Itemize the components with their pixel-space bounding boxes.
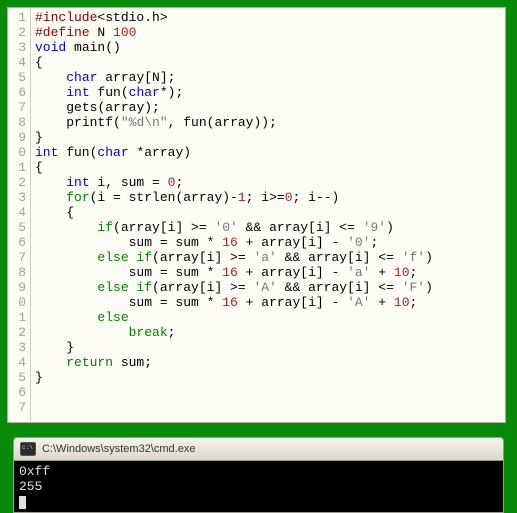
- code-line: }: [35, 130, 501, 145]
- code-editor: 1 2 3 4 5 6 7 8 9 0 1 2 3 4 5 6 7 8 9 0 …: [7, 7, 506, 423]
- code-line: }: [35, 340, 501, 355]
- console-titlebar[interactable]: C:\Windows\system32\cmd.exe: [13, 437, 504, 460]
- line-number: 0: [10, 145, 26, 160]
- code-line: int fun(char *array): [35, 145, 501, 160]
- line-number: 8: [10, 265, 26, 280]
- code-line: {: [35, 55, 501, 70]
- line-number: 9: [10, 280, 26, 295]
- line-number: 1: [10, 160, 26, 175]
- code-line: for(i = strlen(array)-1; i>=0; i--): [35, 190, 501, 205]
- code-line: char array[N];: [35, 70, 501, 85]
- code-line: int i, sum = 0;: [35, 175, 501, 190]
- code-line: return sum;: [35, 355, 501, 370]
- code-area[interactable]: #include<stdio.h>#define N 100void main(…: [31, 8, 505, 422]
- line-number: 6: [10, 385, 26, 400]
- code-line: printf("%d\n", fun(array));: [35, 115, 501, 130]
- line-number: 8: [10, 115, 26, 130]
- code-line: }: [35, 370, 501, 385]
- code-line: else if(array[i] >= 'A' && array[i] <= '…: [35, 280, 501, 295]
- line-number: 6: [10, 235, 26, 250]
- line-number: 6: [10, 85, 26, 100]
- code-line: gets(array);: [35, 100, 501, 115]
- code-line: if(array[i] >= '0' && array[i] <= '9'): [35, 220, 501, 235]
- console-window: C:\Windows\system32\cmd.exe 0xff 255: [13, 437, 504, 513]
- code-line: {: [35, 205, 501, 220]
- console-title: C:\Windows\system32\cmd.exe: [42, 443, 195, 455]
- cmd-icon: [20, 442, 36, 456]
- line-number: 2: [10, 175, 26, 190]
- code-line: #include<stdio.h>: [35, 10, 501, 25]
- line-number: 5: [10, 370, 26, 385]
- code-line: else: [35, 310, 501, 325]
- line-number: 7: [10, 100, 26, 115]
- line-number: 9: [10, 130, 26, 145]
- line-number: 7: [10, 400, 26, 415]
- line-number: 3: [10, 40, 26, 55]
- console-line: 255: [19, 479, 42, 494]
- line-number: 3: [10, 340, 26, 355]
- line-number: 0: [10, 295, 26, 310]
- line-number: 5: [10, 70, 26, 85]
- line-number: 3: [10, 190, 26, 205]
- line-number: 2: [10, 25, 26, 40]
- line-number: 4: [10, 355, 26, 370]
- line-number: 1: [10, 10, 26, 25]
- code-line: {: [35, 160, 501, 175]
- code-line: #define N 100: [35, 25, 501, 40]
- code-line: void main(): [35, 40, 501, 55]
- line-number: 5: [10, 220, 26, 235]
- line-number: 4: [10, 205, 26, 220]
- code-line: sum = sum * 16 + array[i] - 'A' + 10;: [35, 295, 501, 310]
- console-line: 0xff: [19, 464, 50, 479]
- line-number: 4: [10, 55, 26, 70]
- line-number: 2: [10, 325, 26, 340]
- code-line: break;: [35, 325, 501, 340]
- line-number: 7: [10, 250, 26, 265]
- code-line: int fun(char*);: [35, 85, 501, 100]
- code-line: sum = sum * 16 + array[i] - 'a' + 10;: [35, 265, 501, 280]
- app-frame: 1 2 3 4 5 6 7 8 9 0 1 2 3 4 5 6 7 8 9 0 …: [0, 0, 517, 503]
- code-line: else if(array[i] >= 'a' && array[i] <= '…: [35, 250, 501, 265]
- line-number: 1: [10, 310, 26, 325]
- code-line: sum = sum * 16 + array[i] - '0';: [35, 235, 501, 250]
- console-output[interactable]: 0xff 255: [13, 460, 504, 513]
- line-gutter: 1 2 3 4 5 6 7 8 9 0 1 2 3 4 5 6 7 8 9 0 …: [8, 8, 31, 422]
